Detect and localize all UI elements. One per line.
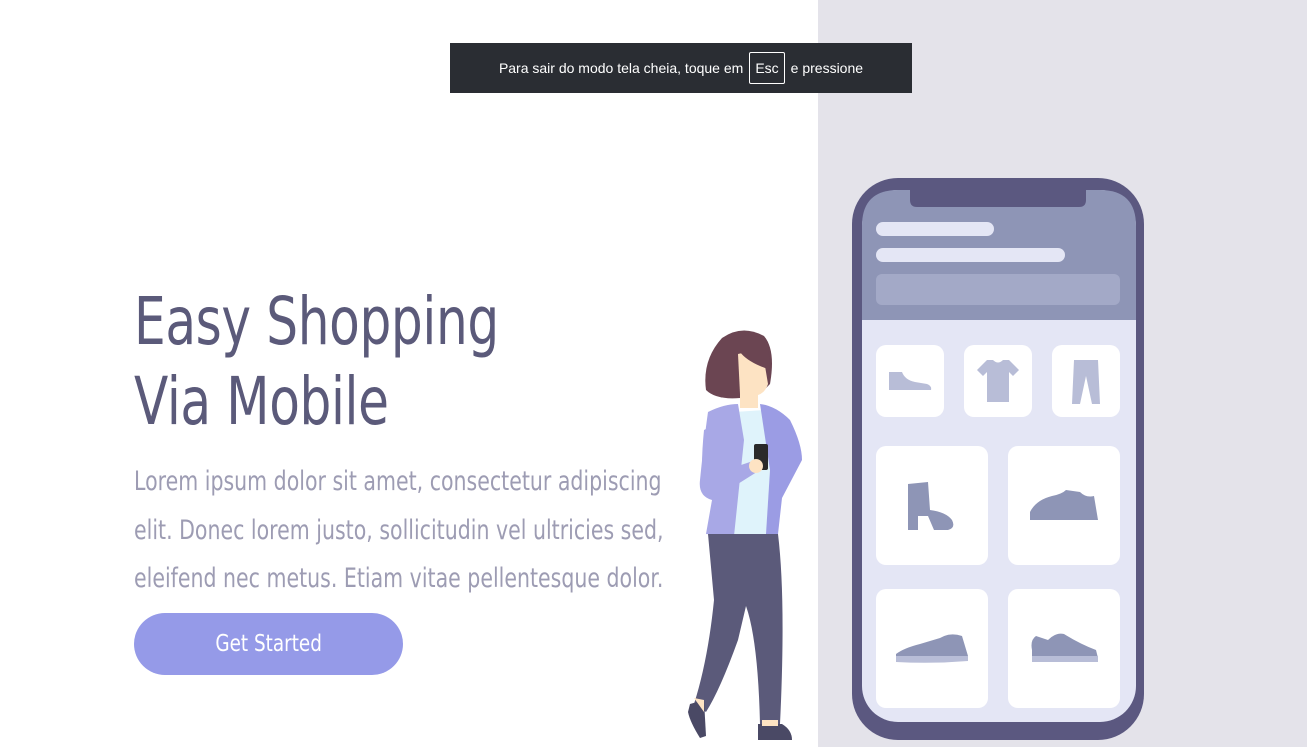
woman-illustration xyxy=(688,330,802,740)
phone-illustration xyxy=(852,178,1144,740)
shopping-illustration xyxy=(688,178,1144,740)
